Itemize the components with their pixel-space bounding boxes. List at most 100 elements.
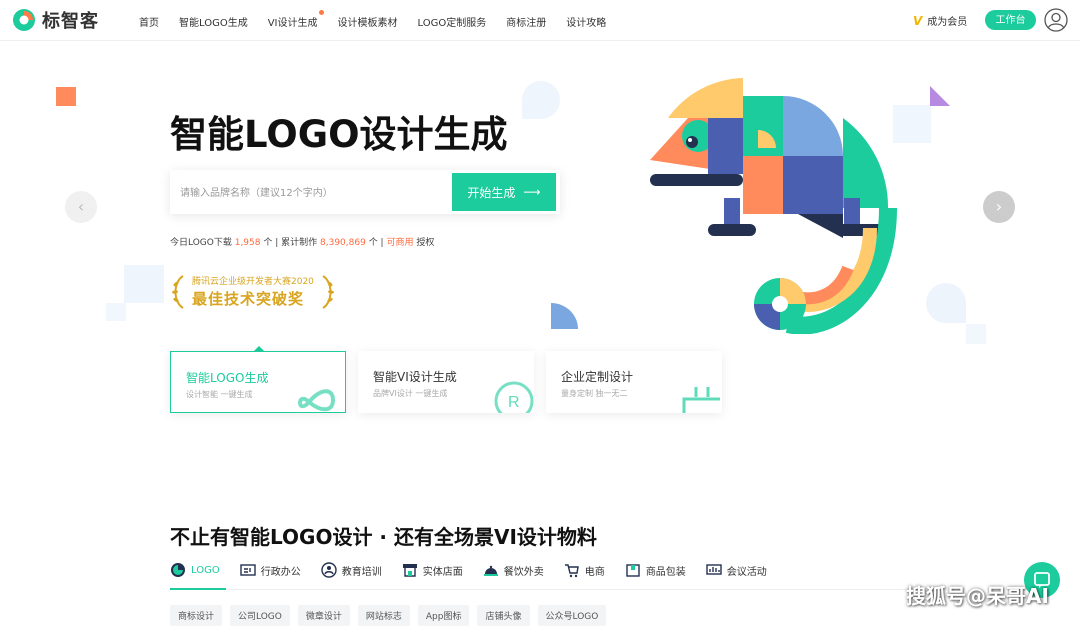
carousel-prev-button[interactable]: ‹ (65, 191, 97, 223)
tab-label: LOGO (191, 564, 220, 576)
package-icon (626, 564, 640, 577)
tabs-divider (170, 589, 910, 590)
decor-square (893, 105, 931, 143)
card-subtitle: 品牌VI设计 一键生成 (373, 389, 448, 398)
top-navbar: 标智客 首页 智能LOGO生成 VI设计生成 设计模板素材 LOGO定制服务 商… (0, 0, 1080, 41)
nav-logo-generator[interactable]: 智能LOGO生成 (179, 14, 248, 29)
decor-square (106, 303, 126, 321)
tab-office[interactable]: 行政办公 (240, 562, 301, 578)
commercial-use-link[interactable]: 可商用 (386, 238, 413, 248)
subcategory-chips: 商标设计 公司LOGO 微章设计 网站标志 App图标 店铺头像 公众号LOGO (170, 605, 607, 626)
main-nav: 首页 智能LOGO生成 VI设计生成 设计模板素材 LOGO定制服务 商标注册 … (139, 10, 626, 29)
nav-vi-generator[interactable]: VI设计生成 (267, 10, 324, 29)
nav-label: VI设计生成 (267, 18, 318, 29)
decor-square (966, 324, 986, 344)
start-generate-label: 开始生成 (467, 185, 516, 200)
decor-triangle (930, 86, 950, 106)
become-member-link[interactable]: V 成为会员 (913, 13, 968, 29)
chip-official-account-logo[interactable]: 公众号LOGO (537, 605, 607, 626)
nav-label: 智能LOGO生成 (179, 18, 248, 29)
brand-search-box: 开始生成 ⟶ (170, 170, 560, 216)
nav-home[interactable]: 首页 (139, 14, 159, 29)
chip-app-icon[interactable]: App图标 (417, 605, 470, 626)
chip-website-logo[interactable]: 网站标志 (357, 605, 410, 626)
card-subtitle: 量身定制 独一无二 (561, 389, 628, 398)
billboard-icon (706, 564, 722, 575)
vip-v-icon: V (913, 13, 923, 28)
arrow-right-icon: ⟶ (523, 185, 541, 199)
nav-logo-custom[interactable]: LOGO定制服务 (418, 14, 487, 29)
total-made-count: 8,390,869 (320, 238, 366, 248)
graduation-icon (321, 562, 337, 578)
carousel-next-button[interactable]: › (983, 191, 1015, 223)
chameleon-illustration (650, 78, 897, 334)
nav-label: 首页 (139, 18, 159, 29)
category-tabs: LOGO 行政办公 教育培训 实体店面 餐饮外卖 电商 商品包装 会议活动 (170, 562, 787, 578)
member-label: 成为会员 (927, 17, 968, 28)
nav-label: 商标注册 (506, 18, 547, 29)
tab-ecommerce[interactable]: 电商 (564, 562, 605, 578)
svg-text:R: R (508, 394, 520, 411)
section-title: 不止有智能LOGO设计 · 还有全场景VI设计物料 (170, 525, 597, 549)
hero-title: 智能LOGO设计生成 (170, 113, 508, 156)
workbench-button[interactable]: 工作台 (985, 10, 1036, 30)
logo-tab-icon (171, 563, 185, 577)
chip-company-logo[interactable]: 公司LOGO (230, 605, 290, 626)
tab-logo[interactable]: LOGO (170, 562, 220, 578)
nav-trademark[interactable]: 商标注册 (506, 14, 546, 29)
brand-logo[interactable]: 标智客 (12, 7, 99, 33)
award-line2: 最佳技术突破奖 (192, 290, 305, 308)
card-logo-generator[interactable]: 智能LOGO生成 设计智能 一键生成 (170, 351, 346, 413)
decor-drop (926, 283, 966, 323)
registered-mark-icon: R (494, 381, 534, 413)
nav-design-guide[interactable]: 设计攻略 (566, 14, 606, 29)
award-line1: 腾讯云企业级开发者大赛2020 (192, 277, 314, 287)
brand-name: 标智客 (42, 11, 99, 32)
card-title: 智能VI设计生成 (373, 370, 457, 384)
stats-text: 授权 (416, 238, 435, 248)
tab-packaging[interactable]: 商品包装 (625, 562, 686, 578)
active-tab-underline (170, 588, 226, 590)
laurel-left-icon (172, 275, 184, 309)
stats-text: 个 | (368, 238, 384, 248)
tab-label: 行政办公 (260, 566, 301, 578)
award-badge: 腾讯云企业级开发者大赛2020 最佳技术突破奖 (170, 272, 338, 310)
tab-label: 会议活动 (726, 566, 767, 578)
tab-education[interactable]: 教育培训 (321, 562, 382, 578)
tab-storefront[interactable]: 实体店面 (402, 562, 463, 578)
user-avatar-icon[interactable] (1044, 8, 1068, 32)
chip-trademark-design[interactable]: 商标设计 (170, 605, 223, 626)
decor-square (56, 87, 76, 106)
laurel-right-icon (322, 275, 334, 309)
card-custom-design[interactable]: 企业定制设计 量身定制 独一无二 (546, 351, 722, 413)
tab-catering[interactable]: 餐饮外卖 (483, 562, 544, 578)
id-card-icon (240, 564, 256, 576)
start-generate-button[interactable]: 开始生成 ⟶ (452, 173, 556, 211)
decor-square (124, 265, 164, 303)
infinity-icon (298, 389, 336, 412)
card-vi-generator[interactable]: 智能VI设计生成 品牌VI设计 一键生成 R (358, 351, 534, 413)
nav-label: 设计攻略 (566, 18, 607, 29)
today-downloads-count: 1,958 (234, 238, 261, 248)
brand-name-input[interactable] (170, 170, 462, 216)
tab-label: 餐饮外卖 (503, 566, 544, 578)
chevron-left-icon: ‹ (77, 197, 85, 216)
storefront-icon (402, 564, 417, 577)
card-title: 智能LOGO生成 (186, 371, 269, 385)
watermark-text: 搜狐号@呆哥AI (906, 584, 1049, 608)
card-subtitle: 设计智能 一键生成 (186, 390, 253, 399)
nav-label: 设计模板素材 (337, 18, 398, 29)
new-dot-badge (318, 10, 324, 15)
card-title: 企业定制设计 (561, 370, 634, 384)
chip-badge-design[interactable]: 微章设计 (297, 605, 350, 626)
nav-templates[interactable]: 设计模板素材 (338, 14, 398, 29)
decor-quarter-circle (551, 303, 578, 329)
cart-icon (564, 564, 579, 578)
stats-text: 个 | 累计制作 (263, 238, 318, 248)
tab-conference[interactable]: 会议活动 (706, 562, 767, 578)
chip-shop-avatar[interactable]: 店铺头像 (477, 605, 530, 626)
tab-label: 商品包装 (645, 566, 686, 578)
cloche-icon (483, 565, 498, 576)
download-stats: 今日LOGO下载 1,958 个 | 累计制作 8,390,869 个 | 可商… (170, 235, 434, 248)
tab-label: 教育培训 (341, 566, 382, 578)
